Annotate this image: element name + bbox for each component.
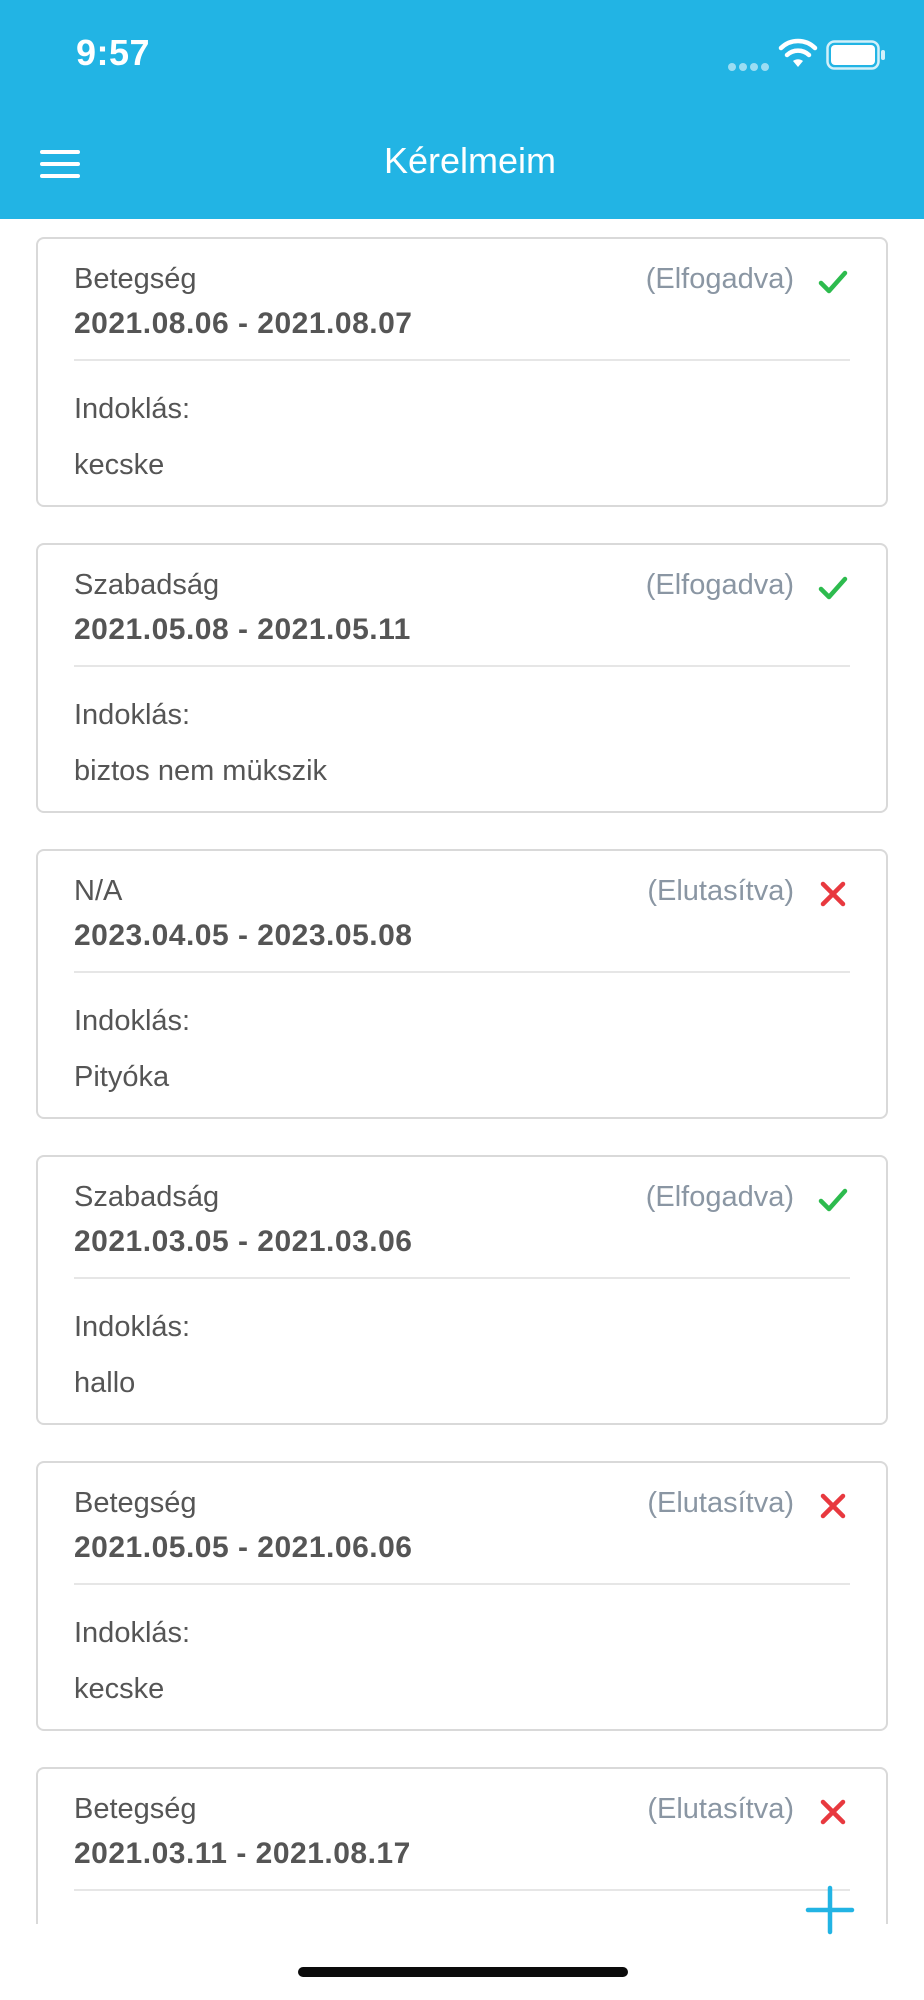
request-status: (Elfogadva) bbox=[645, 569, 794, 601]
reason-text: kecske bbox=[74, 1673, 165, 1705]
request-dates: 2021.05.08 - 2021.05.11 bbox=[74, 613, 411, 646]
reason-text: kecske bbox=[74, 449, 165, 481]
request-status: (Elutasítva) bbox=[647, 1487, 794, 1519]
request-type: Szabadság bbox=[74, 1181, 220, 1213]
card-divider bbox=[74, 665, 850, 667]
card-divider bbox=[74, 971, 850, 973]
checkmark-icon bbox=[818, 1188, 848, 1212]
reason-label: Indoklás: bbox=[74, 1005, 191, 1037]
reason-text: biztos nem mükszik bbox=[74, 755, 328, 787]
card-divider bbox=[74, 359, 850, 361]
wifi-icon bbox=[778, 38, 818, 67]
x-mark-icon bbox=[820, 1493, 846, 1519]
x-mark-icon bbox=[820, 881, 846, 907]
reason-text: Pityóka bbox=[74, 1061, 170, 1093]
reason-label: Indoklás: bbox=[74, 699, 191, 731]
reason-label: Indoklás: bbox=[74, 1311, 191, 1343]
reason-text: hallo bbox=[74, 1367, 136, 1399]
request-status: (Elutasítva) bbox=[647, 1793, 794, 1825]
request-card[interactable]: Betegség (Elutasítva) 2021.05.05 - 2021.… bbox=[36, 1461, 888, 1731]
home-indicator[interactable] bbox=[298, 1967, 628, 1977]
request-dates: 2021.03.11 - 2021.08.17 bbox=[74, 1837, 411, 1870]
card-divider bbox=[74, 1889, 850, 1891]
checkmark-icon bbox=[818, 576, 848, 600]
checkmark-icon bbox=[818, 270, 848, 294]
battery-icon bbox=[826, 40, 885, 70]
request-dates: 2021.03.05 - 2021.03.06 bbox=[74, 1225, 413, 1258]
page-title: Kérelmeim bbox=[383, 140, 557, 181]
app-screen: 9:57 Kérelmeim Betegség (Elfogadva) 2021… bbox=[0, 0, 924, 2000]
request-type: Betegség bbox=[74, 1793, 197, 1825]
status-bar-time: 9:57 bbox=[76, 32, 151, 73]
request-status: (Elfogadva) bbox=[645, 263, 794, 295]
request-card[interactable]: Betegség (Elfogadva) 2021.08.06 - 2021.0… bbox=[36, 237, 888, 507]
request-type: N/A bbox=[74, 875, 123, 907]
request-card[interactable]: Betegség (Elutasítva) 2021.03.11 - 2021.… bbox=[36, 1767, 888, 1924]
request-card[interactable]: Szabadság (Elfogadva) 2021.03.05 - 2021.… bbox=[36, 1155, 888, 1425]
card-divider bbox=[74, 1277, 850, 1279]
request-dates: 2021.08.06 - 2021.08.07 bbox=[74, 307, 413, 340]
reason-label: Indoklás: bbox=[74, 393, 191, 425]
request-dates: 2021.05.05 - 2021.06.06 bbox=[74, 1531, 413, 1564]
reason-label: Indoklás: bbox=[74, 1617, 191, 1649]
request-type: Betegség bbox=[74, 263, 197, 295]
request-list[interactable]: Betegség (Elfogadva) 2021.08.06 - 2021.0… bbox=[0, 219, 924, 1924]
request-dates: 2023.04.05 - 2023.05.08 bbox=[74, 919, 413, 952]
request-type: Szabadság bbox=[74, 569, 220, 601]
app-header: 9:57 Kérelmeim bbox=[0, 0, 924, 219]
request-status: (Elutasítva) bbox=[647, 875, 794, 907]
add-request-button[interactable] bbox=[800, 1880, 860, 1940]
x-mark-icon bbox=[820, 1799, 846, 1825]
card-divider bbox=[74, 1583, 850, 1585]
request-card[interactable]: Szabadság (Elfogadva) 2021.05.08 - 2021.… bbox=[36, 543, 888, 813]
request-type: Betegség bbox=[74, 1487, 197, 1519]
cellular-signal-icon bbox=[728, 58, 772, 76]
request-status: (Elfogadva) bbox=[645, 1181, 794, 1213]
request-card[interactable]: N/A (Elutasítva) 2023.04.05 - 2023.05.08… bbox=[36, 849, 888, 1119]
